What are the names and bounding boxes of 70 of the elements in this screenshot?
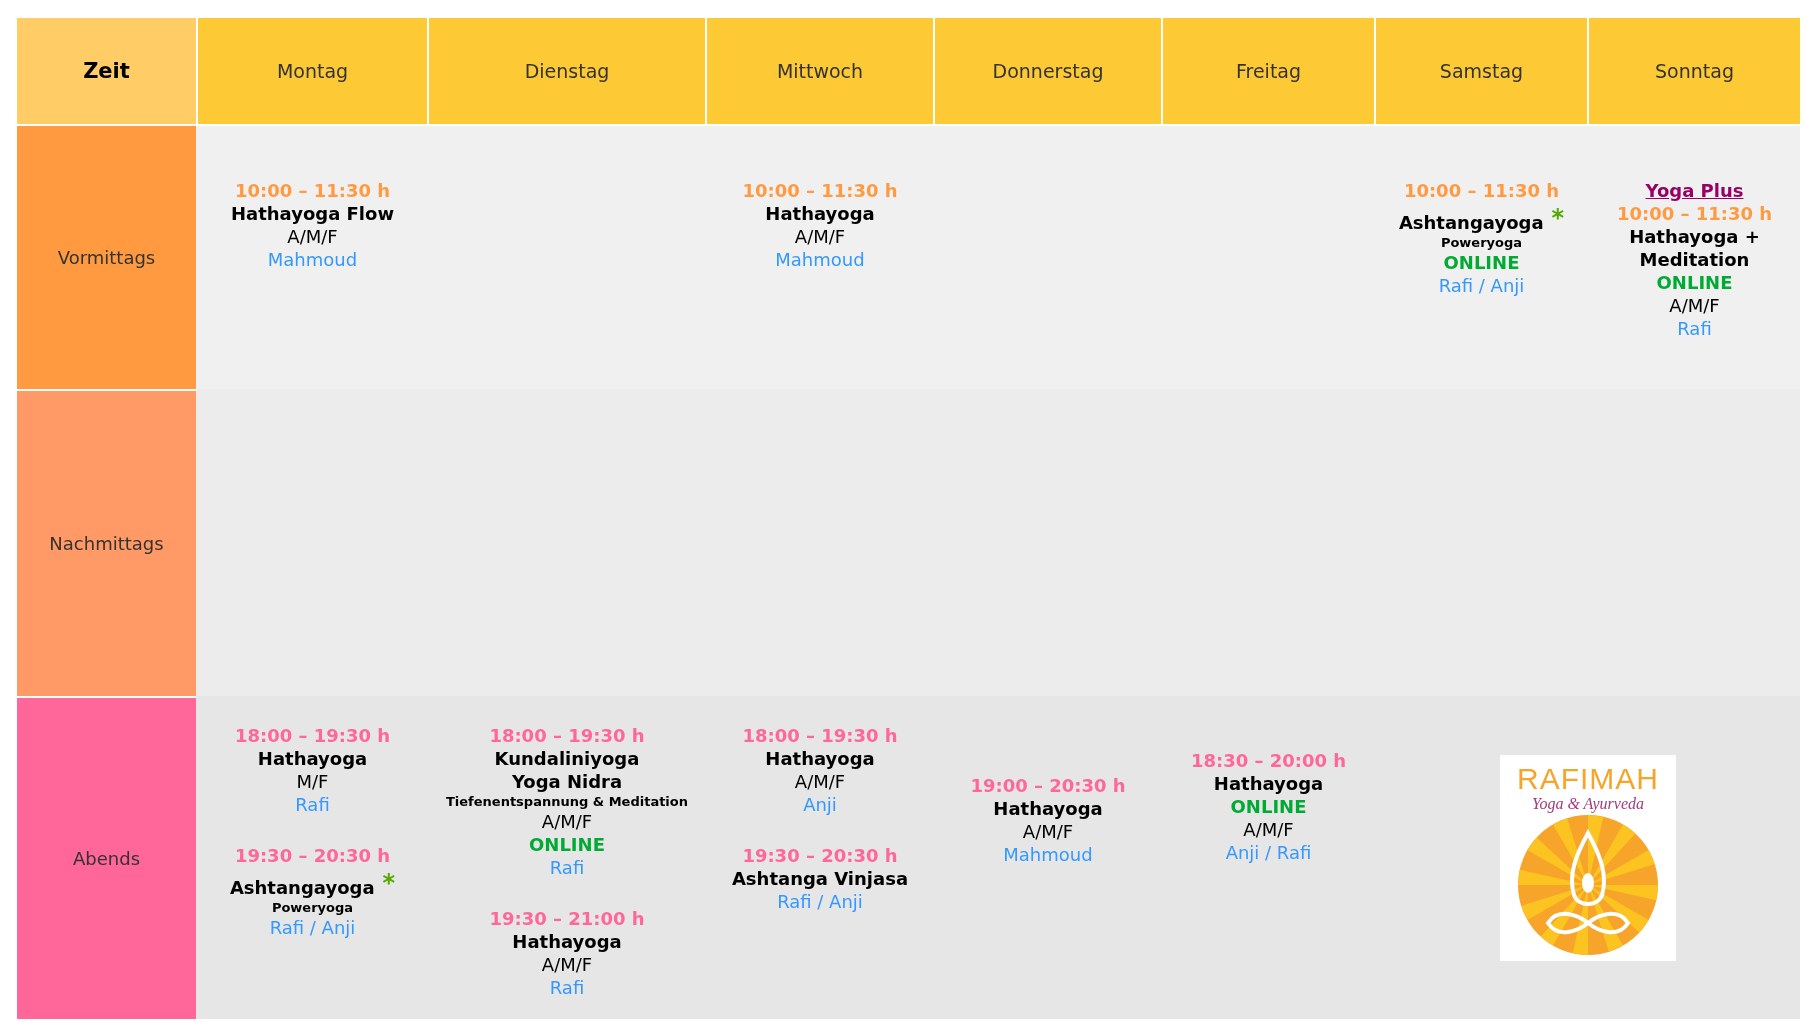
level-text: M/F bbox=[296, 770, 329, 793]
time-text: 19:30 – 20:30 h bbox=[742, 844, 898, 867]
teacher-name: Rafi bbox=[549, 976, 585, 999]
time-text: 10:00 – 11:30 h bbox=[1616, 202, 1773, 225]
column-header: Donnerstag bbox=[935, 18, 1161, 124]
teacher-name: Mahmoud bbox=[267, 248, 358, 271]
column-header: Montag bbox=[198, 18, 427, 124]
time-text: 10:00 – 11:30 h bbox=[234, 179, 391, 202]
time-text: 18:00 – 19:30 h bbox=[234, 724, 391, 747]
column-header: Zeit bbox=[17, 18, 196, 124]
class-title: Ashtangayoga bbox=[1398, 212, 1544, 233]
level-text: A/M/F bbox=[541, 810, 593, 833]
row-label: Abends bbox=[17, 696, 196, 1019]
level-text: A/M/F bbox=[1243, 818, 1294, 841]
teacher-name: Anji bbox=[803, 793, 837, 816]
link[interactable]: Yoga Plus bbox=[1645, 179, 1744, 202]
row-label: Vormittags bbox=[17, 126, 196, 389]
time-text: 10:00 – 11:30 h bbox=[1403, 179, 1560, 202]
row-label: Nachmittags bbox=[17, 389, 196, 696]
level-text: A/M/F bbox=[541, 953, 593, 976]
level-text: A/M/F bbox=[1669, 294, 1720, 317]
class-title: Hathayoga bbox=[993, 797, 1103, 820]
column-header: Mittwoch bbox=[707, 18, 933, 124]
class-title: Ashtanga Vinjasa bbox=[731, 867, 909, 890]
level-text: A/M/F bbox=[794, 770, 846, 793]
online-label: ONLINE bbox=[1443, 251, 1520, 274]
column-header: Freitag bbox=[1163, 18, 1374, 124]
online-label: ONLINE bbox=[529, 833, 605, 856]
class-title: Hathayoga bbox=[1213, 772, 1324, 795]
class-subtitle: Tiefenentspannung & Meditation bbox=[445, 793, 688, 810]
class-title: Hathayoga bbox=[765, 202, 875, 225]
class-title: Hathayoga bbox=[512, 930, 622, 953]
online-label: ONLINE bbox=[1230, 795, 1307, 818]
teacher-name: Rafi / Anji bbox=[269, 916, 356, 939]
teacher-name: Rafi / Anji bbox=[1438, 274, 1525, 297]
teacher-name: Rafi bbox=[1677, 317, 1712, 340]
class-title: Hathayoga bbox=[257, 747, 368, 770]
level-text: A/M/F bbox=[1022, 820, 1074, 843]
level-text: A/M/F bbox=[287, 225, 338, 248]
time-text: 19:00 – 20:30 h bbox=[970, 774, 1126, 797]
time-text: 18:30 – 20:00 h bbox=[1190, 749, 1347, 772]
logo-tagline: Yoga & Ayurveda bbox=[1532, 794, 1644, 813]
logo-name: RAFIMAH bbox=[1517, 762, 1659, 795]
time-text: 19:30 – 21:00 h bbox=[489, 907, 645, 930]
class-title: Hathayoga bbox=[765, 747, 875, 770]
class-title: Hathayoga + Meditation bbox=[1628, 225, 1761, 271]
time-text: 19:30 – 20:30 h bbox=[234, 844, 391, 867]
teacher-name: Mahmoud bbox=[775, 248, 865, 271]
column-header: Dienstag bbox=[429, 18, 705, 124]
class-title: Kundaliniyoga bbox=[494, 747, 640, 770]
column-header: Samstag bbox=[1376, 18, 1587, 124]
online-label: ONLINE bbox=[1656, 271, 1733, 294]
class-subtitle: Poweryoga bbox=[1440, 234, 1523, 251]
sun-icon bbox=[1518, 814, 1658, 955]
class-subtitle: Poweryoga bbox=[271, 899, 354, 916]
time-text: 10:00 – 11:30 h bbox=[742, 179, 898, 202]
teacher-name: Mahmoud bbox=[1003, 843, 1093, 866]
time-text: 18:00 – 19:30 h bbox=[489, 724, 645, 747]
class-title: Hathayoga Flow bbox=[230, 202, 395, 225]
class-title: Yoga Nidra bbox=[511, 770, 623, 793]
teacher-name: Rafi / Anji bbox=[777, 890, 863, 913]
teacher-name: Anji / Rafi bbox=[1225, 841, 1312, 864]
asterisk: * bbox=[1551, 204, 1565, 232]
time-text: 18:00 – 19:30 h bbox=[742, 724, 898, 747]
class-title: Ashtangayoga bbox=[229, 877, 375, 898]
teacher-name: Rafi bbox=[549, 856, 585, 879]
teacher-name: Rafi bbox=[295, 793, 330, 816]
level-text: A/M/F bbox=[794, 225, 846, 248]
column-header: Sonntag bbox=[1589, 18, 1800, 124]
asterisk: * bbox=[382, 869, 396, 897]
